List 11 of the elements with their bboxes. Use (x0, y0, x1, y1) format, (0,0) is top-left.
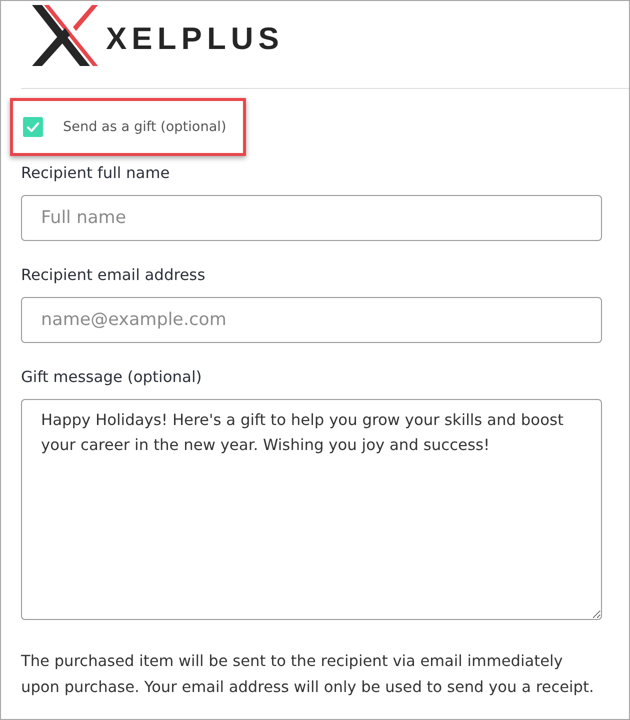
input-field[interactable]: name@example.com (21, 297, 602, 343)
field-label: Gift message (optional) (21, 367, 203, 388)
input-field[interactable]: Full name (21, 195, 602, 241)
logo-text: XELPLUS (106, 23, 284, 54)
field-label: Recipient email address (21, 265, 206, 286)
gift-checkbox[interactable] (23, 117, 43, 137)
gift-option-label: Send as a gift (optional) (63, 118, 226, 137)
x-logo-icon (32, 5, 98, 66)
info-paragraph: The purchased item will be sent to the recipient via email immediately upon purchase. Your email address will only be used to send you a receipt. (21, 651, 595, 698)
message-field[interactable]: Happy Holidays! Here's a gift to help you grow your skills and boost your career in the new year. Wishing you joy and success! (21, 399, 602, 620)
field-label: Recipient full name (21, 163, 171, 184)
